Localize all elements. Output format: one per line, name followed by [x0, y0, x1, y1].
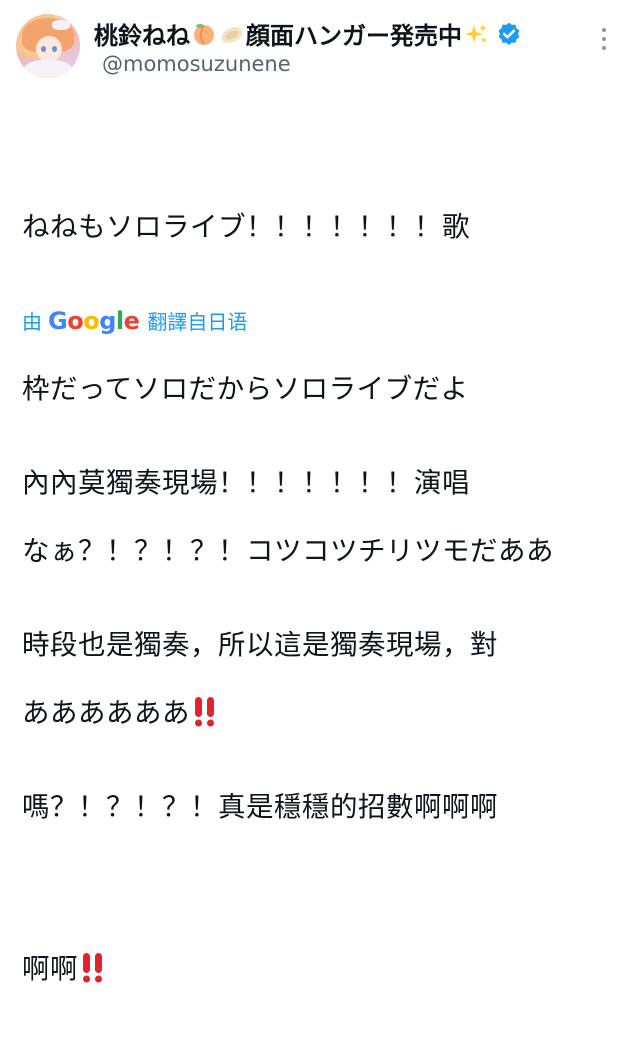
tweet-line: ねねもソロライブ！！！！！！！歌 [22, 211, 470, 243]
translation-line: 內內莫獨奏現場！！！！！！！演唱 [22, 467, 470, 499]
sparkles-icon [465, 23, 487, 43]
translated-text: 內內莫獨奏現場！！！！！！！演唱 時段也是獨奏，所以這是獨奏現場，對 嗎？！？！… [22, 348, 632, 1050]
peach-icon [194, 23, 214, 45]
more-dot [602, 46, 606, 50]
avatar-eye [41, 46, 46, 52]
hanger-icon [221, 26, 243, 43]
translation-line: 時段也是獨奏，所以這是獨奏現場，對 [22, 629, 498, 661]
translate-suffix: 翻譯自日语 [147, 310, 248, 334]
more-dot [602, 28, 606, 32]
display-name[interactable]: 桃鈴ねね 顔面ハンガー発売中 [94, 16, 522, 51]
verified-badge-icon [498, 22, 520, 45]
avatar-face [36, 36, 62, 62]
avatar-bow [52, 20, 70, 30]
display-name-text: 桃鈴ねね [94, 22, 190, 50]
avatar[interactable] [16, 14, 80, 78]
handle[interactable]: @momosuzunene [102, 52, 291, 76]
avatar-body [24, 60, 72, 78]
more-dot [602, 37, 606, 41]
google-logo: Google [48, 306, 140, 335]
translation-line: 嗎？！？！？！真是穩穩的招數啊啊啊 [22, 791, 498, 823]
translate-prefix: 由 [22, 310, 42, 334]
translation-line-last: 啊啊 [22, 942, 632, 996]
double-exclamation-icon [83, 953, 102, 983]
avatar-eye [52, 46, 57, 52]
translation-line: 啊啊 [22, 953, 78, 985]
display-name-suffix: 顔面ハンガー発売中 [246, 22, 462, 50]
more-options-icon[interactable] [598, 28, 610, 50]
translated-by-google[interactable]: 由 Google 翻譯自日语 [22, 306, 247, 335]
